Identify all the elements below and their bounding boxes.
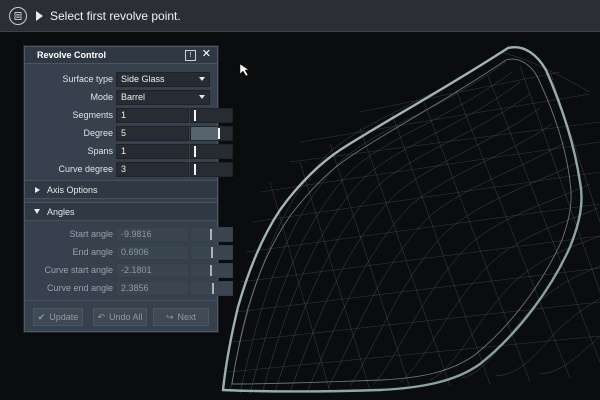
revolve-control-panel: Revolve Control ! ✕ Surface type Side Gl… — [24, 46, 233, 332]
slider-handle[interactable] — [210, 228, 212, 240]
curve-degree-slider[interactable] — [190, 161, 233, 177]
next-button[interactable]: ↪ Next — [153, 308, 209, 326]
prompt-text: Select first revolve point. — [50, 8, 181, 23]
next-label: Next — [177, 312, 197, 322]
slider-handle[interactable] — [212, 282, 214, 294]
spans-value: 1 — [121, 146, 127, 156]
close-icon[interactable]: ✕ — [202, 48, 211, 61]
start-angle-row: Start angle -9.9816 — [25, 225, 233, 243]
mode-value: Barrel — [121, 92, 146, 102]
segments-label: Segments — [72, 110, 113, 120]
slider-handle[interactable] — [211, 246, 213, 258]
update-label: Update — [49, 312, 79, 322]
curve-degree-value: 3 — [121, 164, 127, 174]
surface-type-row: Surface type Side Glass — [25, 70, 217, 88]
end-angle-field[interactable]: 0.6906 — [116, 244, 189, 260]
axis-options-section[interactable]: Axis Options — [25, 180, 217, 199]
mode-label: Mode — [90, 92, 113, 102]
angles-label: Angles — [47, 206, 75, 217]
angles-section[interactable]: Angles — [25, 202, 217, 221]
slider-handle[interactable] — [194, 163, 196, 175]
degree-label: Degree — [83, 128, 113, 138]
segments-row: Segments 1 — [25, 106, 233, 124]
undo-icon: ↶ — [97, 311, 105, 322]
curve-start-angle-row: Curve start angle -2.1801 — [25, 261, 233, 279]
degree-field[interactable]: 5 — [116, 125, 189, 141]
segments-slider[interactable] — [190, 107, 233, 123]
play-icon — [36, 10, 43, 21]
curve-degree-label: Curve degree — [58, 164, 113, 174]
end-angle-row: End angle 0.6906 — [25, 243, 233, 261]
panel-title: Revolve Control — [37, 50, 107, 60]
degree-row: Degree 5 — [25, 124, 233, 142]
document-icon[interactable] — [9, 6, 27, 25]
degree-slider[interactable] — [190, 125, 233, 141]
slider-fill — [191, 126, 218, 140]
command-prompt-bar: Select first revolve point. — [0, 0, 600, 32]
undo-all-button[interactable]: ↶ Undo All — [93, 308, 147, 326]
curve-start-angle-slider[interactable] — [190, 262, 233, 278]
curve-start-angle-label: Curve start angle — [44, 265, 113, 275]
end-angle-value: 0.6906 — [121, 247, 149, 257]
start-angle-label: Start angle — [69, 229, 113, 239]
chevron-down-icon — [199, 94, 205, 99]
spans-row: Spans 1 — [25, 142, 233, 160]
slider-handle[interactable] — [210, 264, 212, 276]
chevron-down-icon — [199, 76, 205, 81]
segments-value: 1 — [121, 110, 127, 120]
pin-icon[interactable]: ! — [185, 50, 196, 61]
spans-slider[interactable] — [190, 143, 233, 159]
curve-end-angle-field[interactable]: 2.3856 — [116, 280, 189, 296]
mode-row: Mode Barrel — [25, 88, 217, 106]
collapse-arrow-icon — [34, 209, 40, 214]
expand-arrow-icon — [35, 186, 40, 193]
curve-degree-field[interactable]: 3 — [116, 161, 189, 177]
slider-handle[interactable] — [218, 127, 220, 139]
panel-footer: ✔ Update ↶ Undo All ↪ Next — [25, 300, 217, 331]
axis-options-label: Axis Options — [47, 184, 98, 195]
curve-end-angle-row: Curve end angle 2.3856 — [25, 279, 233, 297]
end-angle-label: End angle — [72, 247, 113, 257]
degree-value: 5 — [121, 128, 127, 138]
panel-title-bar[interactable]: Revolve Control ! ✕ — [25, 47, 217, 64]
start-angle-slider[interactable] — [190, 226, 233, 242]
next-arrow-icon: ↪ — [165, 311, 174, 322]
start-angle-field[interactable]: -9.9816 — [116, 226, 189, 242]
curve-end-angle-slider[interactable] — [190, 280, 233, 296]
end-angle-slider[interactable] — [190, 244, 233, 260]
slider-handle[interactable] — [194, 109, 196, 121]
spans-label: Spans — [87, 146, 113, 156]
spans-field[interactable]: 1 — [116, 143, 189, 159]
curve-degree-row: Curve degree 3 — [25, 160, 233, 178]
update-button[interactable]: ✔ Update — [33, 308, 83, 326]
segments-field[interactable]: 1 — [116, 107, 189, 123]
surface-type-value: Side Glass — [121, 74, 165, 84]
curve-end-angle-label: Curve end angle — [46, 283, 113, 293]
checkmark-icon: ✔ — [37, 311, 46, 322]
pick-cursor-icon — [239, 63, 250, 77]
curve-start-angle-value: -2.1801 — [121, 265, 152, 275]
curve-start-angle-field[interactable]: -2.1801 — [116, 262, 189, 278]
start-angle-value: -9.9816 — [121, 229, 152, 239]
surface-type-label: Surface type — [62, 74, 113, 84]
undo-all-label: Undo All — [109, 312, 143, 322]
slider-handle[interactable] — [194, 145, 196, 157]
curve-end-angle-value: 2.3856 — [121, 283, 149, 293]
mode-dropdown[interactable]: Barrel — [116, 89, 210, 105]
surface-type-dropdown[interactable]: Side Glass — [116, 71, 210, 87]
